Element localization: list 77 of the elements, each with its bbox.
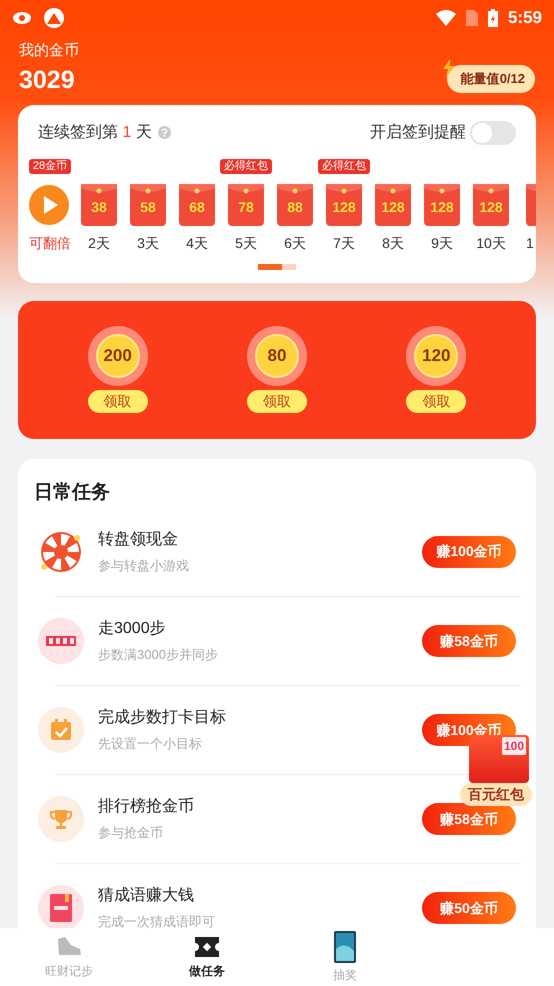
claim-button[interactable]: 领取 [246, 390, 307, 413]
task-title: 完成步数打卡目标 [98, 708, 227, 728]
envelope-flap-icon [375, 184, 411, 196]
day-label: 5天 [235, 234, 257, 252]
day-label: 1 [526, 234, 534, 252]
coin-balance: 3029 [19, 64, 76, 96]
envelope-flap-icon [81, 184, 117, 196]
trophy-icon [38, 796, 84, 842]
envelope-flap-icon [326, 184, 362, 196]
packet-label: 百元红包 [460, 783, 532, 806]
task-title: 走3000步 [98, 618, 167, 640]
task-title: 猜成语赚大钱 [98, 886, 195, 906]
envelope-amount: 128 [381, 198, 405, 216]
task-title: 转盘领现金 [98, 530, 179, 550]
task-subtitle: 参与转盘小游戏 [98, 556, 190, 575]
day-label: 7天 [333, 234, 355, 252]
smartphone-icon [334, 930, 356, 962]
wifi-icon [436, 10, 456, 26]
day-label: 10天 [476, 234, 506, 252]
envelope-flap-icon [228, 184, 264, 196]
section-title: 日常任务 [34, 480, 111, 504]
envelope-amount: 88 [287, 198, 303, 216]
day-label: 8天 [382, 234, 404, 252]
mountain-icon [44, 8, 64, 28]
coin-reward: 200 [88, 326, 148, 386]
coin-reward: 120 [406, 326, 466, 386]
clock-time: 5:59 [508, 7, 542, 30]
day-label: 4天 [186, 234, 208, 252]
earn-coins-button[interactable]: 赚58金币 [422, 625, 516, 657]
envelope-flap-icon [130, 184, 166, 196]
step-counter-icon [38, 618, 84, 664]
task-title: 排行榜抢金币 [98, 796, 195, 818]
envelope-amount: 68 [189, 198, 205, 216]
ticket-icon [193, 934, 221, 958]
prize-wheel-icon [39, 530, 83, 574]
envelope-flap-icon [277, 184, 313, 196]
claim-button[interactable]: 领取 [88, 390, 148, 413]
reward-tag: 28金币 [28, 159, 72, 174]
claim-button[interactable]: 领取 [406, 390, 466, 413]
earn-coins-button[interactable]: 赚58金币 [422, 803, 516, 835]
coin-reward: 80 [246, 326, 307, 386]
reminder-toggle[interactable] [470, 120, 516, 144]
envelope-amount: 128 [430, 198, 454, 216]
reward-tag: 必得红包 [220, 159, 272, 174]
envelope-flap-icon [179, 184, 215, 196]
lightning-icon [442, 59, 455, 77]
calendar-check-icon [38, 707, 84, 753]
coins-label: 我的金币 [19, 41, 79, 61]
task-subtitle: 步数满3000步并同步 [98, 646, 219, 664]
day-label: 可翻倍 [29, 234, 71, 252]
task-subtitle: 先设置一个小目标 [98, 735, 203, 754]
day-label: 6天 [284, 234, 306, 252]
reward-tag: 必得红包 [318, 159, 370, 174]
play-video-icon [28, 184, 72, 226]
earn-coins-button[interactable]: 赚50金币 [422, 892, 516, 924]
no-sim-icon [466, 10, 478, 26]
reminder-label: 开启签到提醒 [370, 122, 466, 142]
help-icon [158, 126, 171, 139]
day-label: 3天 [137, 234, 159, 252]
task-subtitle: 参与抢金币 [98, 824, 164, 842]
packet-amount: 100 [502, 737, 526, 755]
energy-badge: 能量值0/12 [446, 65, 535, 92]
envelope-amount: 128 [479, 198, 503, 216]
envelope-flap-icon [424, 184, 460, 196]
day-label: 2天 [88, 234, 110, 252]
eye-icon [12, 11, 32, 25]
battery-icon [488, 9, 498, 27]
envelope-amount: 38 [91, 198, 107, 216]
envelope-amount: 128 [332, 198, 356, 216]
envelope-amount: 58 [140, 198, 156, 216]
streak-text: 连续签到第 1 天 [38, 122, 152, 142]
day-label: 9天 [431, 234, 453, 252]
scroll-indicator [258, 264, 296, 270]
nav-tab[interactable]: 抽奖 [276, 928, 414, 986]
envelope-amount: 78 [238, 198, 254, 216]
envelope-flap-icon [473, 184, 509, 196]
earn-coins-button[interactable]: 赚100金币 [422, 536, 516, 568]
